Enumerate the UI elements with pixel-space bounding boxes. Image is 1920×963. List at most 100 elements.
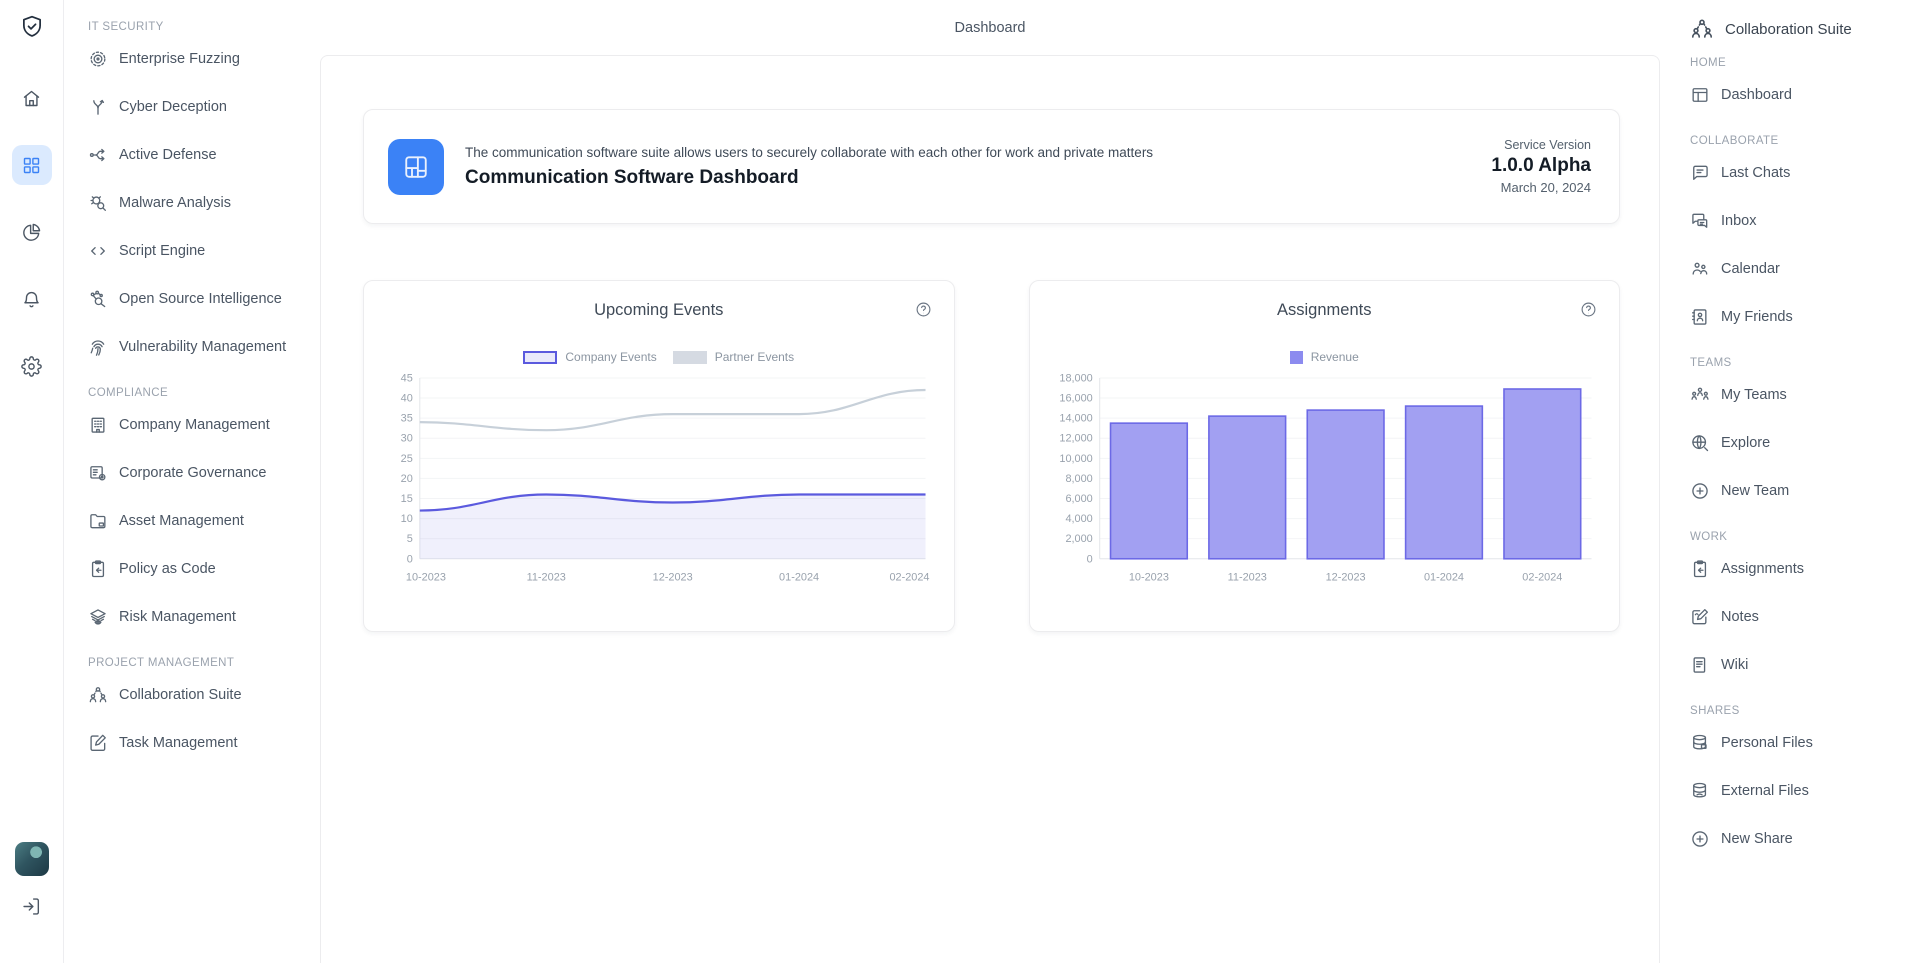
target-icon bbox=[88, 49, 108, 69]
help-button[interactable] bbox=[915, 301, 932, 318]
sidebar-item-cyber-deception[interactable]: Cyber Deception bbox=[88, 83, 320, 131]
rightbar-sections: HOMEDashboardCOLLABORATELast ChatsInboxC… bbox=[1690, 57, 1920, 863]
rightbar-item-my-friends[interactable]: My Friends bbox=[1690, 293, 1920, 341]
rightbar-item-personal-files[interactable]: Personal Files bbox=[1690, 719, 1920, 767]
sidebar-item-malware-analysis[interactable]: Malware Analysis bbox=[88, 179, 320, 227]
rail-nav bbox=[12, 78, 52, 413]
assignments-plot: 02,0004,0006,0008,00010,00012,00014,0001… bbox=[1052, 370, 1598, 595]
svg-text:12-2023: 12-2023 bbox=[1325, 572, 1365, 584]
svg-text:10,000: 10,000 bbox=[1059, 453, 1092, 465]
shield-check-icon bbox=[19, 14, 45, 40]
svg-text:01-2024: 01-2024 bbox=[779, 572, 819, 584]
bar bbox=[1405, 406, 1482, 559]
sidebar-item-label: Asset Management bbox=[119, 513, 244, 529]
chart-legend: Company EventsPartner Events bbox=[386, 350, 932, 364]
rightbar-item-notes[interactable]: Notes bbox=[1690, 593, 1920, 641]
svg-text:12-2023: 12-2023 bbox=[653, 572, 693, 584]
home-icon bbox=[21, 88, 42, 109]
rail-apps-button[interactable] bbox=[12, 145, 52, 185]
app-description: The communication software suite allows … bbox=[465, 145, 1491, 160]
sidebar-item-collaboration-suite[interactable]: Collaboration Suite bbox=[88, 671, 320, 719]
avatar[interactable] bbox=[15, 842, 49, 876]
chart-card-assignments: AssignmentsRevenue02,0004,0006,0008,0001… bbox=[1029, 280, 1621, 632]
app-layout-icon bbox=[401, 152, 431, 182]
pie-icon bbox=[21, 222, 42, 243]
rightbar-item-dashboard[interactable]: Dashboard bbox=[1690, 71, 1920, 119]
help-button[interactable] bbox=[1580, 301, 1597, 318]
legend-swatch bbox=[523, 351, 557, 364]
network-search-icon bbox=[88, 289, 108, 309]
sidebar-item-label: Enterprise Fuzzing bbox=[119, 51, 240, 67]
rail-reports-button[interactable] bbox=[12, 212, 52, 252]
legend-label: Partner Events bbox=[715, 350, 794, 364]
sidebar-item-script-engine[interactable]: Script Engine bbox=[88, 227, 320, 275]
svg-text:2,000: 2,000 bbox=[1065, 533, 1092, 545]
svg-text:11-2023: 11-2023 bbox=[527, 572, 566, 584]
svg-text:02-2024: 02-2024 bbox=[1522, 572, 1562, 584]
rightbar-item-label: Wiki bbox=[1721, 657, 1748, 673]
svg-text:25: 25 bbox=[401, 453, 413, 465]
sidebar-item-label: Risk Management bbox=[119, 609, 236, 625]
layers-eye-icon bbox=[88, 607, 108, 627]
rightbar-section-label: SHARES bbox=[1690, 705, 1920, 717]
bar bbox=[1110, 423, 1187, 559]
sidebar-item-label: Open Source Intelligence bbox=[119, 291, 282, 307]
app-title: Communication Software Dashboard bbox=[465, 167, 1491, 189]
rightbar-item-label: New Share bbox=[1721, 831, 1793, 847]
sidebar-item-vulnerability-management[interactable]: Vulnerability Management bbox=[88, 323, 320, 371]
rightbar-item-inbox[interactable]: Inbox bbox=[1690, 197, 1920, 245]
explore-icon bbox=[1690, 433, 1710, 453]
clipboard-icon bbox=[88, 559, 108, 579]
rightbar-item-assignments[interactable]: Assignments bbox=[1690, 545, 1920, 593]
rightbar-item-new-team[interactable]: New Team bbox=[1690, 467, 1920, 515]
svg-text:01-2024: 01-2024 bbox=[1423, 572, 1463, 584]
svg-text:02-2024: 02-2024 bbox=[889, 572, 929, 584]
rightbar-item-label: Dashboard bbox=[1721, 87, 1792, 103]
sidebar-section-label: COMPLIANCE bbox=[88, 387, 320, 399]
rail-home-button[interactable] bbox=[12, 78, 52, 118]
dashboard-panel: The communication software suite allows … bbox=[320, 55, 1660, 963]
people-icon bbox=[88, 685, 108, 705]
svg-text:5: 5 bbox=[407, 533, 413, 545]
topbar: Dashboard bbox=[320, 0, 1660, 55]
app-logo[interactable] bbox=[19, 14, 45, 40]
people-icon bbox=[1690, 17, 1714, 41]
rightbar-item-explore[interactable]: Explore bbox=[1690, 419, 1920, 467]
sidebar-item-label: Task Management bbox=[119, 735, 237, 751]
rightbar-item-my-teams[interactable]: My Teams bbox=[1690, 371, 1920, 419]
svg-text:10-2023: 10-2023 bbox=[406, 572, 446, 584]
svg-text:30: 30 bbox=[401, 433, 413, 445]
rail-notifications-button[interactable] bbox=[12, 279, 52, 319]
svg-text:40: 40 bbox=[401, 393, 413, 405]
logout-button[interactable] bbox=[12, 886, 52, 926]
legend-label: Revenue bbox=[1311, 350, 1359, 364]
db-wave-icon bbox=[1690, 781, 1710, 801]
edit-square-icon bbox=[88, 733, 108, 753]
svg-text:14,000: 14,000 bbox=[1059, 413, 1092, 425]
sidebar-item-corporate-governance[interactable]: Corporate Governance bbox=[88, 449, 320, 497]
doc-icon bbox=[1690, 655, 1710, 675]
list-gear-icon bbox=[88, 463, 108, 483]
sidebar-item-enterprise-fuzzing[interactable]: Enterprise Fuzzing bbox=[88, 35, 320, 83]
rightbar-item-new-share[interactable]: New Share bbox=[1690, 815, 1920, 863]
rail-bottom bbox=[12, 842, 52, 953]
sidebar-item-company-management[interactable]: Company Management bbox=[88, 401, 320, 449]
sidebar-item-risk-management[interactable]: Risk Management bbox=[88, 593, 320, 641]
sidebar-item-open-source-intelligence[interactable]: Open Source Intelligence bbox=[88, 275, 320, 323]
sidebar-item-task-management[interactable]: Task Management bbox=[88, 719, 320, 767]
svg-text:45: 45 bbox=[401, 372, 413, 384]
rightbar-item-last-chats[interactable]: Last Chats bbox=[1690, 149, 1920, 197]
svg-text:10: 10 bbox=[401, 513, 413, 525]
rightbar-title-row: Collaboration Suite bbox=[1690, 10, 1920, 48]
sidebar-item-asset-management[interactable]: Asset Management bbox=[88, 497, 320, 545]
rail-settings-button[interactable] bbox=[12, 346, 52, 386]
rightbar-item-calendar[interactable]: Calendar bbox=[1690, 245, 1920, 293]
rightbar-item-external-files[interactable]: External Files bbox=[1690, 767, 1920, 815]
legend-swatch bbox=[1290, 351, 1303, 364]
bell-icon bbox=[21, 289, 42, 310]
svg-text:10-2023: 10-2023 bbox=[1128, 572, 1168, 584]
rightbar-item-wiki[interactable]: Wiki bbox=[1690, 641, 1920, 689]
sidebar-item-policy-as-code[interactable]: Policy as Code bbox=[88, 545, 320, 593]
sidebar-item-active-defense[interactable]: Active Defense bbox=[88, 131, 320, 179]
right-sidebar: Collaboration Suite HOMEDashboardCOLLABO… bbox=[1660, 0, 1920, 963]
